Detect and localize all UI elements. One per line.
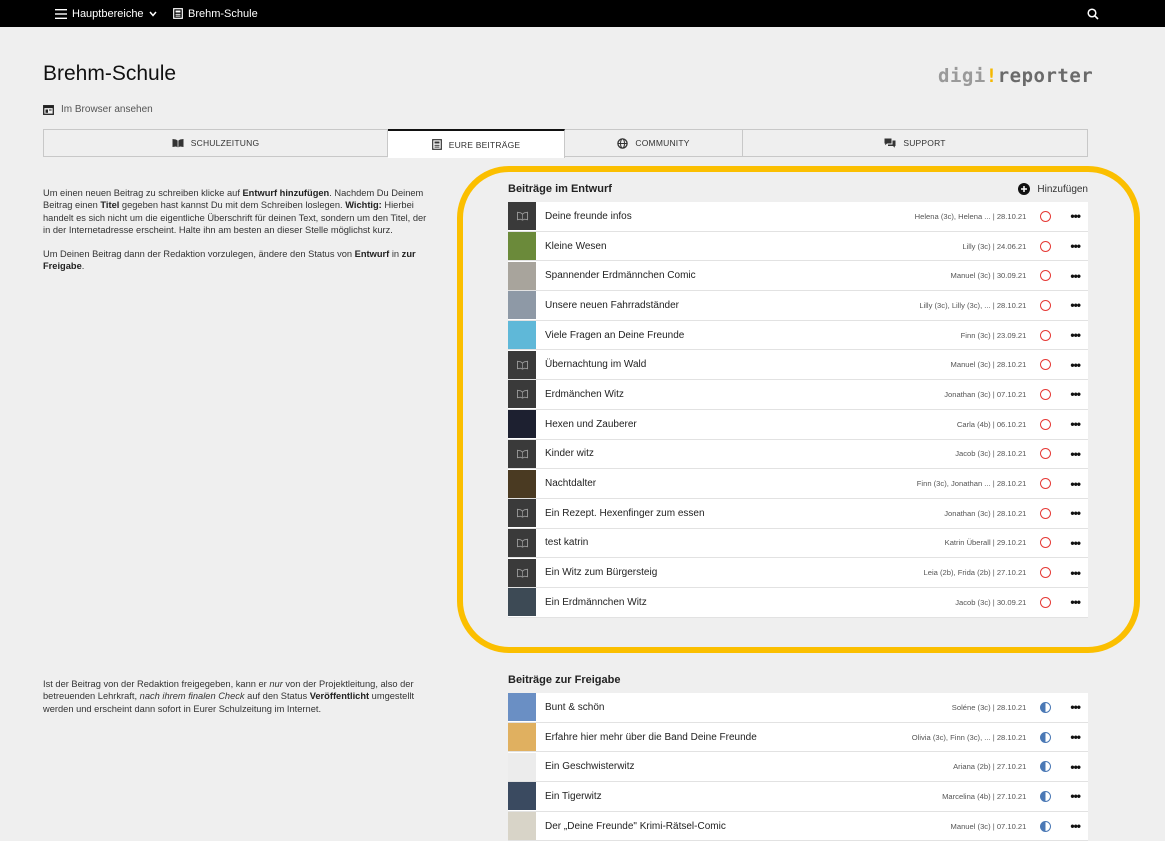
tab-label: EURE BEITRÄGE — [448, 139, 521, 150]
post-title[interactable]: Der „Deine Freunde" Krimi-Rätsel-Comic — [545, 821, 951, 832]
post-title[interactable]: Ein Tigerwitz — [545, 791, 942, 802]
tab-schulzeitung[interactable]: SCHULZEITUNG — [44, 130, 388, 156]
top-bar: Hauptbereiche Brehm-Schule — [0, 0, 1165, 27]
review-header: Beiträge zur Freigabe — [508, 667, 1088, 693]
info-bold: Entwurf hinzufügen — [242, 188, 330, 198]
post-row[interactable]: Ein Tigerwitz Marcelina (4b) | 27.10.21 ••… — [508, 782, 1088, 812]
chat-icon — [884, 138, 896, 148]
draft-info-text: Um einen neuen Beitrag zu schreiben klic… — [43, 187, 433, 273]
info-text: in — [389, 249, 402, 260]
site-label: Brehm-Schule — [188, 7, 258, 20]
review-section: Beiträge zur Freigabe Bunt & schön Soléne… — [508, 667, 1088, 841]
review-info-text: Ist der Beitrag von der Redaktion freige… — [43, 678, 433, 715]
review-list: Bunt & schön Soléne (3c) | 28.10.21 ••• Erf… — [508, 693, 1088, 841]
logo-bang: ! — [985, 65, 998, 87]
info-italic: nur — [269, 679, 283, 689]
chevron-down-icon — [148, 11, 157, 17]
post-thumbnail — [508, 723, 536, 752]
browser-icon — [43, 104, 54, 115]
post-row[interactable]: Ein Geschwisterwitz Ariana (2b) | 27.10.2… — [508, 752, 1088, 783]
info-text: . — [81, 261, 85, 272]
post-row[interactable]: Bunt & schön Soléne (3c) | 28.10.21 ••• — [508, 693, 1088, 723]
info-bold: Titel — [100, 200, 120, 211]
status-icon[interactable] — [1040, 731, 1052, 743]
tab-community[interactable]: COMMUNITY — [565, 130, 743, 156]
post-meta: Olivia (3c), Finn (3c), ... | 28.10.21 — [911, 732, 1027, 742]
tab-label: SUPPORT — [903, 138, 946, 148]
post-thumbnail — [508, 782, 536, 811]
newspaper-icon — [172, 139, 184, 148]
more-options-icon[interactable]: ••• — [1070, 730, 1081, 744]
main-menu-button[interactable]: Hauptbereiche — [55, 0, 157, 27]
post-meta: Ariana (2b) | 27.10.21 — [953, 762, 1027, 772]
more-options-icon[interactable]: ••• — [1070, 789, 1081, 803]
tab-label: SCHULZEITUNG — [190, 138, 260, 148]
post-thumbnail — [508, 812, 536, 841]
post-thumbnail — [508, 693, 536, 722]
globe-icon — [617, 137, 629, 149]
status-icon[interactable] — [1040, 701, 1052, 713]
post-row[interactable]: Der „Deine Freunde" Krimi-Rätsel-Comic Ma… — [508, 811, 1088, 841]
search-button[interactable] — [1087, 0, 1099, 27]
info-text: Ist der Beitrag von der Redaktion freige… — [43, 679, 270, 689]
search-icon — [1087, 7, 1099, 20]
post-title[interactable]: Bunt & schön — [545, 702, 952, 713]
tab-support[interactable]: SUPPORT — [743, 130, 1087, 156]
post-row[interactable]: Erfahre hier mehr über die Band Deine Fr… — [508, 722, 1088, 753]
info-text: Um einen neuen Beitrag zu schreiben klic… — [43, 188, 243, 198]
status-icon[interactable] — [1040, 820, 1052, 832]
info-bold: Entwurf — [354, 249, 390, 260]
info-italic: nach ihrem finalen Check — [139, 691, 245, 702]
info-text: gegeben hast kannst Du mit dem Schreiben… — [119, 200, 346, 211]
view-in-browser-link[interactable]: Im Browser ansehen — [43, 104, 153, 115]
more-options-icon[interactable]: ••• — [1070, 760, 1081, 774]
hamburger-icon — [55, 8, 67, 19]
tab-label: COMMUNITY — [635, 138, 690, 148]
highlight-outline — [457, 166, 1140, 653]
page-title: Brehm-Schule — [43, 62, 177, 85]
info-bold: Wichtig: — [345, 200, 382, 211]
site-link[interactable]: Brehm-Schule — [173, 0, 258, 27]
digireporter-logo: digi! reporter — [938, 60, 1093, 92]
article-icon — [173, 8, 183, 19]
logo-reporter: reporter — [997, 65, 1094, 87]
review-title: Beiträge zur Freigabe — [508, 674, 621, 686]
main-tabs: SCHULZEITUNG EURE BEITRÄGE COMMUNITY SUP… — [43, 129, 1088, 158]
post-meta: Manuel (3c) | 07.10.21 — [950, 821, 1027, 831]
more-options-icon[interactable]: ••• — [1070, 700, 1081, 714]
article-icon — [431, 139, 442, 150]
logo-digi: digi — [938, 65, 986, 87]
post-thumbnail — [508, 752, 536, 781]
post-title[interactable]: Ein Geschwisterwitz — [545, 761, 953, 772]
post-meta: Marcelina (4b) | 27.10.21 — [942, 791, 1027, 801]
status-icon[interactable] — [1040, 761, 1052, 773]
post-meta: Soléne (3c) | 28.10.21 — [951, 702, 1027, 712]
info-text: Um Deinen Beitrag dann der Redaktion vor… — [43, 249, 355, 260]
main-menu-label: Hauptbereiche — [72, 7, 144, 20]
status-icon[interactable] — [1040, 790, 1052, 802]
view-in-browser-label: Im Browser ansehen — [61, 104, 153, 115]
post-title[interactable]: Erfahre hier mehr über die Band Deine Fr… — [545, 732, 912, 743]
tab-eure-beitraege[interactable]: EURE BEITRÄGE — [388, 129, 565, 158]
info-text: auf den Status — [244, 691, 310, 702]
info-bold: Veröffentlicht — [309, 691, 370, 702]
more-options-icon[interactable]: ••• — [1070, 819, 1081, 833]
